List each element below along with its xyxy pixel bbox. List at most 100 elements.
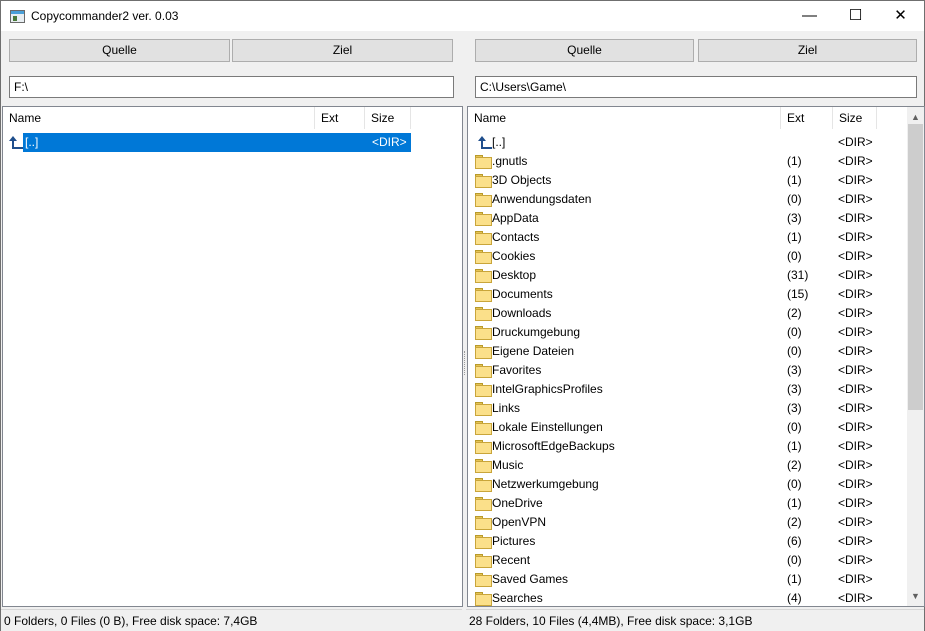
item-size: <DIR> [838,496,873,510]
parent-dir-icon [6,136,23,149]
list-item[interactable]: Eigene Dateien (0) <DIR> [472,342,902,361]
item-ext: (1) [787,496,802,510]
list-item[interactable]: [..] <DIR> [472,133,902,152]
item-ext: (0) [787,553,802,567]
left-path-field[interactable]: F:\ [9,76,454,98]
list-item[interactable]: Links (3) <DIR> [472,399,902,418]
right-file-list[interactable]: Name Ext Size ▲ ▼ [..] <DIR> .gnutls (1) <DI… [467,106,925,607]
item-name: [..] [25,135,39,149]
list-item[interactable]: IntelGraphicsProfiles (3) <DIR> [472,380,902,399]
item-name: Pictures [492,534,536,548]
item-ext: (31) [787,268,809,282]
item-size: <DIR> [838,211,873,225]
list-item[interactable]: Anwendungsdaten (0) <DIR> [472,190,902,209]
left-column-ext[interactable]: Ext [315,107,365,129]
scrollbar-thumb[interactable] [908,124,923,410]
item-ext: (0) [787,344,802,358]
item-ext: (2) [787,306,802,320]
list-item[interactable]: Favorites (3) <DIR> [472,361,902,380]
left-status-bar: 0 Folders, 0 Files (0 B), Free disk spac… [1,609,462,631]
item-ext: (0) [787,325,802,339]
list-item[interactable]: Lokale Einstellungen (0) <DIR> [472,418,902,437]
app-icon [10,10,25,23]
item-size: <DIR> [838,515,873,529]
right-scrollbar[interactable]: ▲ ▼ [907,107,924,606]
item-name: Music [492,458,524,472]
right-source-button[interactable]: Quelle [475,39,694,62]
item-name: OpenVPN [492,515,547,529]
left-column-name[interactable]: Name [3,107,315,129]
right-column-ext[interactable]: Ext [781,107,833,129]
item-size: <DIR> [838,420,873,434]
item-size: <DIR> [838,553,873,567]
folder-icon [475,326,492,340]
list-item[interactable]: .gnutls (1) <DIR> [472,152,902,171]
item-ext: (0) [787,249,802,263]
item-ext: (6) [787,534,802,548]
list-item[interactable]: Netzwerkumgebung (0) <DIR> [472,475,902,494]
list-item[interactable]: Pictures (6) <DIR> [472,532,902,551]
folder-icon [475,554,492,568]
item-name: Downloads [492,306,552,320]
item-ext: (0) [787,192,802,206]
list-item[interactable]: Cookies (0) <DIR> [472,247,902,266]
right-column-size[interactable]: Size [833,107,877,129]
right-column-name[interactable]: Name [468,107,781,129]
list-item[interactable]: Recent (0) <DIR> [472,551,902,570]
folder-icon [475,364,492,378]
folder-icon [475,383,492,397]
item-ext: (4) [787,591,802,605]
folder-icon [475,421,492,435]
right-target-button[interactable]: Ziel [698,39,917,62]
left-column-size[interactable]: Size [365,107,411,129]
folder-icon [475,307,492,321]
list-item[interactable]: Saved Games (1) <DIR> [472,570,902,589]
list-item[interactable]: Downloads (2) <DIR> [472,304,902,323]
item-ext: (15) [787,287,809,301]
folder-icon [475,573,492,587]
scroll-down-arrow-icon[interactable]: ▼ [907,588,924,605]
item-name: MicrosoftEdgeBackups [492,439,615,453]
list-item[interactable]: MicrosoftEdgeBackups (1) <DIR> [472,437,902,456]
list-item[interactable]: Music (2) <DIR> [472,456,902,475]
folder-icon [475,402,492,416]
item-name: Desktop [492,268,537,282]
item-ext: (0) [787,477,802,491]
left-target-button[interactable]: Ziel [232,39,453,62]
item-size: <DIR> [838,192,873,206]
list-item[interactable]: Searches (4) <DIR> [472,589,902,606]
right-status-bar: 28 Folders, 10 Files (4,4MB), Free disk … [466,609,924,631]
folder-icon [475,516,492,530]
item-name: Favorites [492,363,542,377]
folder-icon [475,250,492,264]
item-name: [..] [492,135,506,149]
parent-dir-icon [475,136,492,149]
list-item[interactable]: AppData (3) <DIR> [472,209,902,228]
left-source-button[interactable]: Quelle [9,39,230,62]
list-item[interactable]: Documents (15) <DIR> [472,285,902,304]
maximize-button[interactable]: ☐ [833,1,878,31]
item-ext: (3) [787,401,802,415]
list-item[interactable]: [..] <DIR> [9,133,411,152]
close-button[interactable]: ✕ [878,1,923,31]
title-bar: Copycommander2 ver. 0.03 — ☐ ✕ [0,0,925,31]
list-item[interactable]: Druckumgebung (0) <DIR> [472,323,902,342]
list-item[interactable]: OpenVPN (2) <DIR> [472,513,902,532]
folder-icon [475,155,492,169]
item-size: <DIR> [838,287,873,301]
item-size: <DIR> [838,382,873,396]
minimize-button[interactable]: — [787,1,832,31]
item-name: Cookies [492,249,536,263]
folder-icon [475,478,492,492]
left-file-list[interactable]: Name Ext Size [..] <DIR> [2,106,463,607]
item-name: Contacts [492,230,540,244]
item-size: <DIR> [838,458,873,472]
list-item[interactable]: Contacts (1) <DIR> [472,228,902,247]
list-item[interactable]: OneDrive (1) <DIR> [472,494,902,513]
list-item[interactable]: Desktop (31) <DIR> [472,266,902,285]
item-name: Druckumgebung [492,325,581,339]
right-path-field[interactable]: C:\Users\Game\ [475,76,917,98]
folder-icon [475,440,492,454]
list-item[interactable]: 3D Objects (1) <DIR> [472,171,902,190]
item-size: <DIR> [838,173,873,187]
